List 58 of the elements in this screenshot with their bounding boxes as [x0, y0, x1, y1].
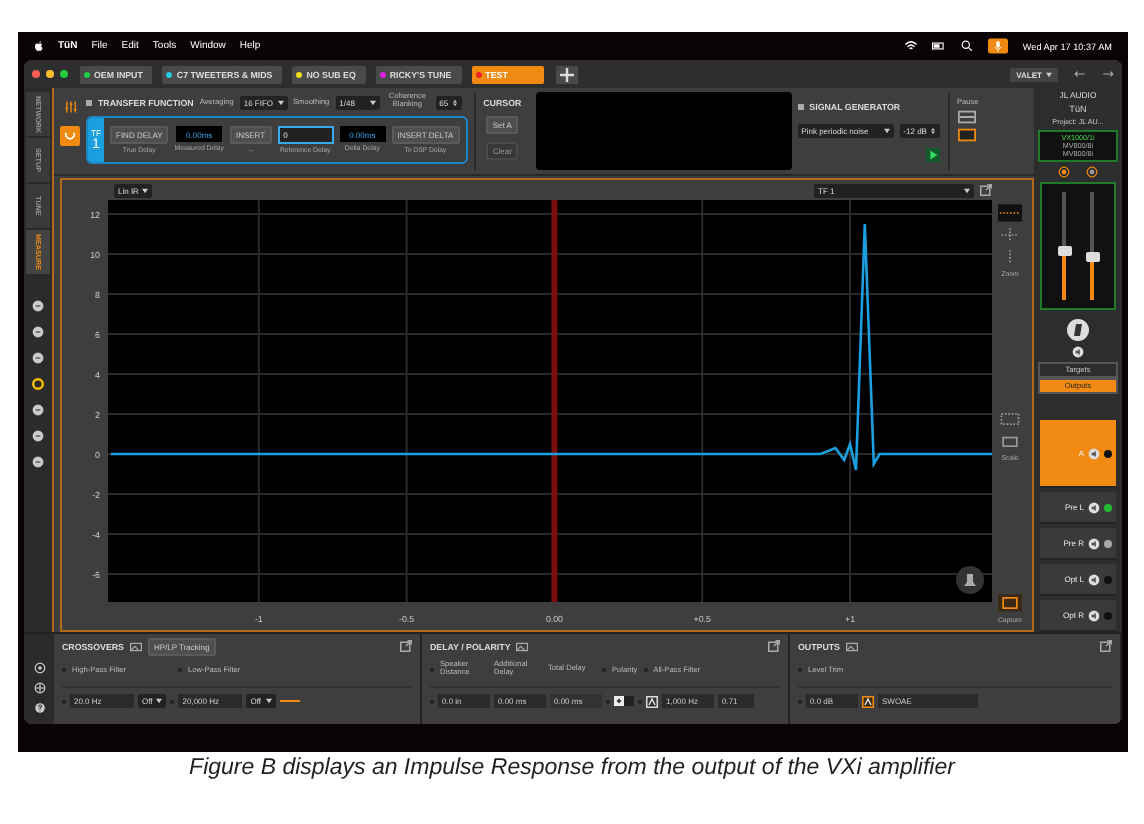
record-icon[interactable]: [1086, 166, 1098, 178]
circle-icon[interactable]: [32, 456, 44, 468]
circle-icon[interactable]: [32, 326, 44, 338]
image-icon[interactable]: [130, 641, 142, 651]
minimize-window-icon[interactable]: [46, 70, 54, 78]
battery-icon[interactable]: [932, 40, 947, 52]
frame-icon[interactable]: [958, 128, 977, 142]
circle-icon[interactable]: [32, 352, 44, 364]
camera-icon[interactable]: [998, 594, 1022, 612]
microphone-icon[interactable]: [988, 38, 1009, 54]
play-icon[interactable]: [926, 147, 941, 161]
help-icon[interactable]: [33, 702, 45, 714]
back-arrow-icon[interactable]: [1074, 70, 1086, 78]
globe-icon[interactable]: [33, 682, 45, 694]
circle-icon[interactable]: [32, 430, 44, 442]
indicator-line: [279, 700, 300, 702]
scale-icon[interactable]: [998, 432, 1022, 450]
pop-out-icon[interactable]: [400, 640, 412, 652]
caret-icon: [883, 127, 890, 133]
stepper-arrows-icon: [452, 99, 459, 105]
pop-out-icon[interactable]: [980, 184, 992, 196]
fit-icon[interactable]: [998, 410, 1022, 428]
pop-out-icon[interactable]: [768, 640, 780, 652]
capture-icon[interactable]: [956, 566, 984, 594]
all-pass-icon[interactable]: [646, 695, 658, 707]
close-window-icon[interactable]: [32, 70, 40, 78]
collapse-icon[interactable]: [797, 103, 804, 109]
circle-icon[interactable]: [32, 300, 44, 312]
volume-icon[interactable]: [1072, 346, 1084, 358]
list-icon[interactable]: [958, 110, 977, 124]
caret-icon: [142, 187, 149, 193]
caret-icon: [369, 99, 376, 105]
forward-arrow-icon[interactable]: [1102, 70, 1114, 78]
lock-icon[interactable]: [862, 695, 874, 707]
add-tab-icon[interactable]: [555, 65, 578, 83]
ring-icon[interactable]: [32, 378, 44, 390]
pop-out-icon[interactable]: [1100, 640, 1112, 652]
caret-icon: [265, 698, 272, 704]
figure-caption: Figure B displays an Impulse Response from the output of the VXi amplifier: [187, 756, 958, 780]
caret-icon: [156, 698, 163, 704]
stepper-arrows-icon: [930, 127, 937, 133]
settings-icon[interactable]: [33, 662, 45, 674]
collapse-icon[interactable]: [86, 99, 92, 105]
expand-icon[interactable]: [998, 226, 1022, 244]
sliders-icon[interactable]: [63, 100, 77, 114]
polarity-toggle-icon[interactable]: [614, 696, 634, 706]
cursor-marker[interactable]: [551, 200, 558, 602]
wifi-icon[interactable]: [904, 40, 919, 52]
caret-icon: [1046, 71, 1052, 77]
apple-logo-icon[interactable]: [34, 40, 44, 52]
image-icon[interactable]: [516, 641, 529, 651]
zoom-window-icon[interactable]: [60, 70, 68, 78]
image-icon[interactable]: [845, 641, 858, 651]
record-icon[interactable]: [1058, 166, 1070, 178]
caret-icon: [277, 99, 284, 105]
caret-icon: [964, 187, 970, 193]
circle-icon[interactable]: [32, 404, 44, 416]
search-icon[interactable]: [960, 40, 975, 52]
